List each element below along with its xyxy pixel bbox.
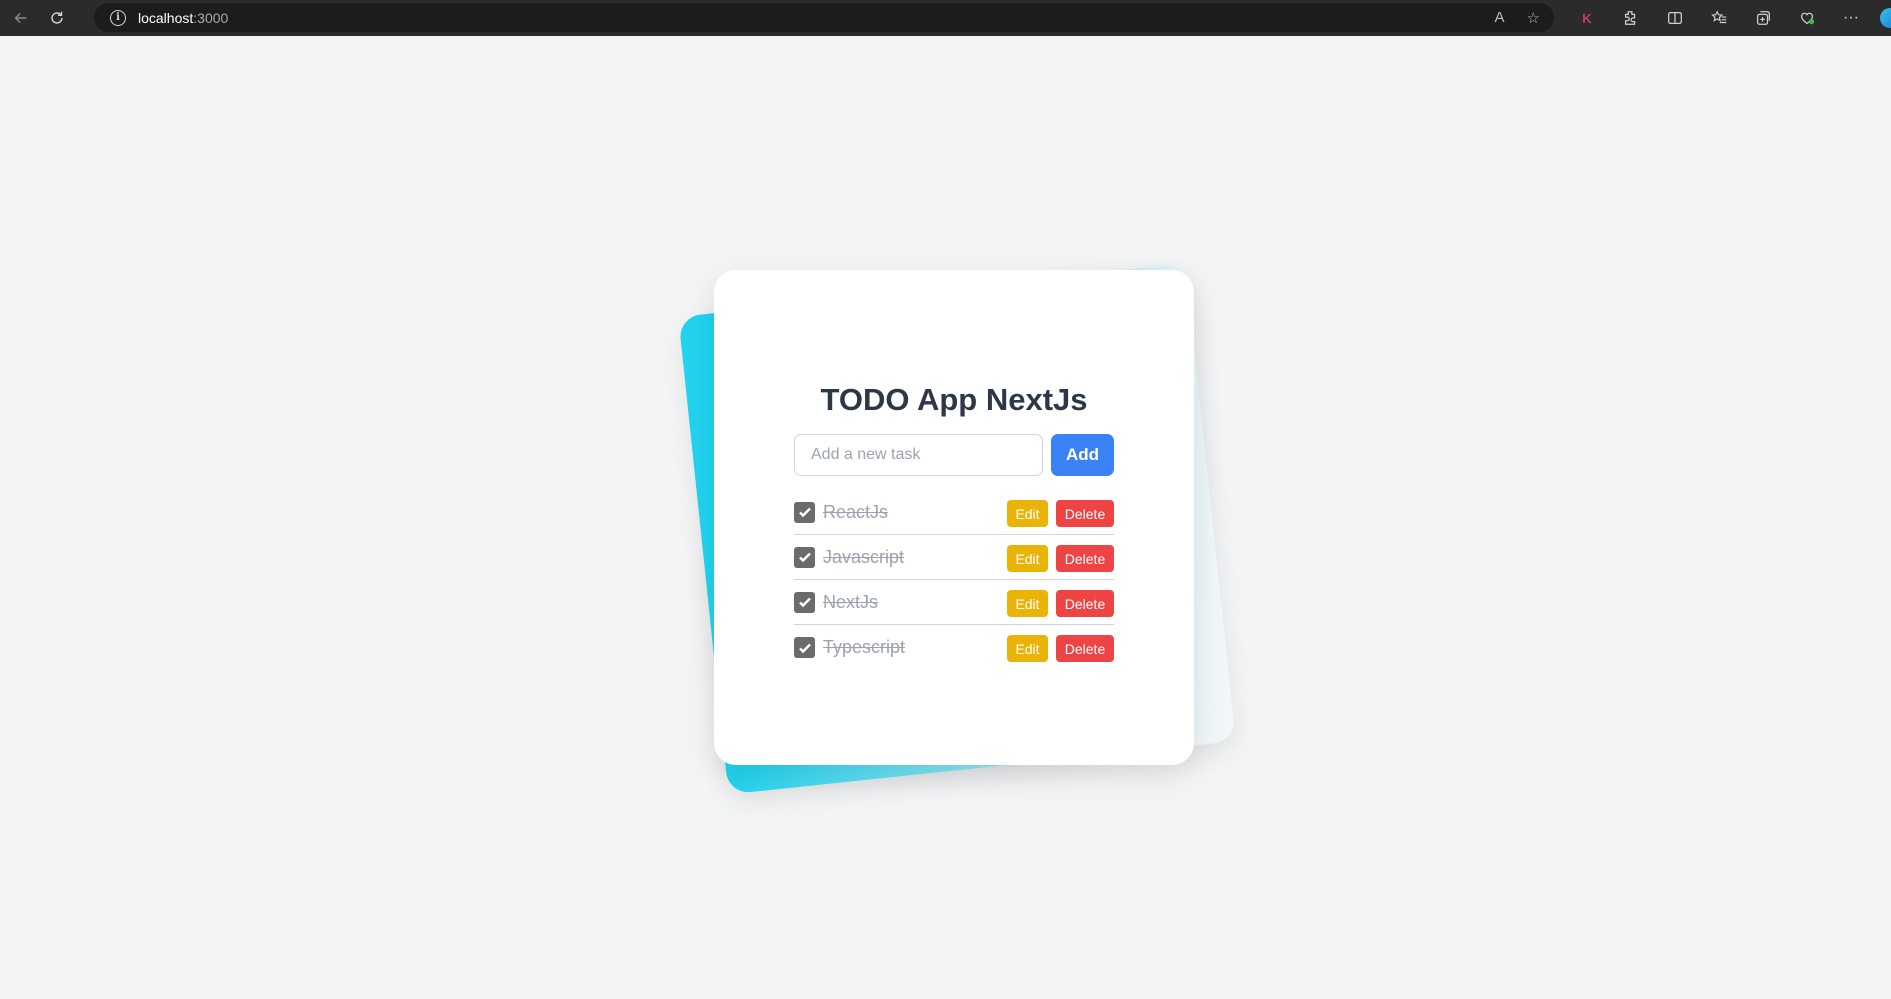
task-text: Javascript (823, 546, 905, 567)
delete-task-button[interactable]: Delete (1056, 590, 1114, 617)
new-task-input[interactable] (794, 434, 1043, 476)
task-text: Typescript (823, 637, 906, 657)
edit-task-button[interactable]: Edit (1007, 545, 1048, 572)
edit-task-button[interactable]: Edit (1007, 500, 1048, 527)
address-bar[interactable]: i localhost:3000 A ☆ (94, 3, 1554, 32)
site-info-icon[interactable]: i (110, 9, 126, 26)
back-button[interactable] (6, 3, 36, 33)
task-checkbox[interactable] (794, 591, 815, 613)
copilot-icon[interactable] (1880, 8, 1891, 28)
task-row: Typescript Edit Delete (794, 625, 1114, 670)
task-checkbox[interactable] (794, 637, 815, 658)
todo-card: TODO App NextJs Add ReactJs Edit Delete … (714, 270, 1194, 765)
favorites-icon[interactable] (1697, 0, 1741, 36)
task-text: NextJs (823, 591, 879, 612)
reload-button[interactable] (42, 3, 72, 33)
split-screen-icon[interactable] (1653, 0, 1697, 36)
more-options-icon[interactable]: ··· (1829, 0, 1873, 36)
edit-task-button[interactable]: Edit (1007, 590, 1048, 617)
task-text: ReactJs (823, 501, 889, 522)
task-checkbox[interactable] (794, 501, 815, 523)
browser-toolbar: i localhost:3000 A ☆ K ··· (0, 0, 1891, 36)
url-text: localhost:3000 (138, 9, 229, 26)
task-row: NextJs Edit Delete (794, 580, 1114, 625)
extension-k-icon[interactable]: K (1565, 0, 1609, 36)
read-aloud-icon[interactable]: A (1495, 9, 1505, 26)
task-row: ReactJs Edit Delete (794, 490, 1114, 535)
checkmark-icon (798, 643, 811, 653)
page-title: TODO App NextJs (820, 382, 1088, 417)
delete-task-button[interactable]: Delete (1056, 500, 1114, 527)
add-task-button[interactable]: Add (1051, 434, 1114, 476)
task-checkbox[interactable] (794, 546, 815, 568)
browser-essentials-icon[interactable] (1785, 0, 1829, 36)
delete-task-button[interactable]: Delete (1056, 545, 1114, 572)
extensions-puzzle-icon[interactable] (1609, 0, 1653, 36)
checkmark-icon (798, 507, 811, 518)
checkmark-icon (798, 552, 811, 563)
edit-task-button[interactable]: Edit (1007, 635, 1048, 662)
task-row: Javascript Edit Delete (794, 535, 1114, 580)
reload-icon (51, 11, 63, 24)
task-list: ReactJs Edit Delete Javascript Edit Dele… (794, 490, 1114, 670)
checkmark-icon (798, 597, 811, 608)
back-arrow-icon (14, 12, 27, 24)
delete-task-button[interactable]: Delete (1056, 635, 1114, 662)
favorite-star-icon[interactable]: ☆ (1527, 9, 1540, 27)
page-canvas: TODO App NextJs Add ReactJs Edit Delete … (0, 36, 1891, 999)
collections-icon[interactable] (1741, 0, 1785, 36)
